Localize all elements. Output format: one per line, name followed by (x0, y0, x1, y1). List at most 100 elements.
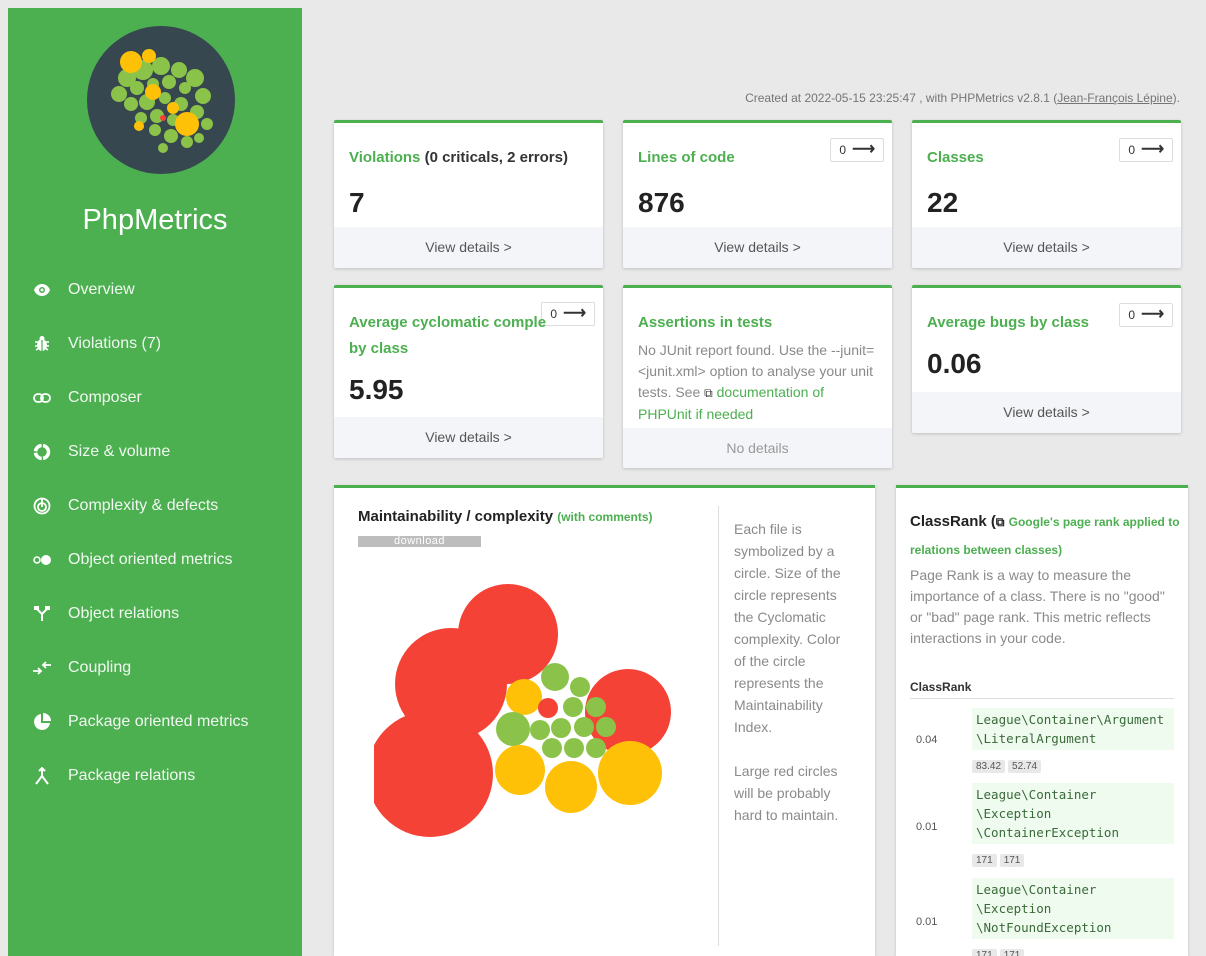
maintainability-panel: Maintainability / complexity (with comme… (334, 485, 875, 956)
sidebar-item-label: Object relations (68, 605, 180, 622)
maintainability-bubble-chart[interactable] (374, 583, 674, 853)
card-title-line2: by class (349, 340, 409, 357)
trend-button[interactable]: 0 ⟶ (830, 138, 884, 162)
arrows-icon (32, 658, 52, 678)
sidebar-item-label: Overview (68, 281, 135, 298)
tags: 83.42 52.74 (972, 756, 1044, 774)
bubble (496, 712, 530, 746)
class-name-line: \ContainerException (976, 825, 1119, 840)
sidebar-item-complexity-defects[interactable]: Complexity & defects (8, 479, 302, 533)
trend-value: 0 (1128, 308, 1136, 322)
trend-button[interactable]: 0 ⟶ (1119, 138, 1173, 162)
maintainability-description: Each file is symbolized by a circle. Siz… (734, 518, 846, 826)
bubble (586, 738, 606, 758)
sidebar-item-object-oriented[interactable]: Object oriented metrics (8, 533, 302, 587)
metric-tag: 171 (999, 949, 1025, 956)
metric-tag: 171 (972, 949, 997, 956)
card-bugs: 0 ⟶ Average bugs by class 0.06 View detai… (912, 285, 1181, 433)
card-value: 22 (927, 187, 959, 218)
card-title: Classes (927, 149, 984, 166)
class-name-line: League\Container\Argument (976, 712, 1165, 727)
trend-value: 0 (550, 307, 558, 321)
card-value: 876 (638, 187, 685, 218)
arrow-right-icon: ⟶ (852, 141, 875, 158)
card-title: Average bugs by class (927, 314, 1090, 331)
card-assertions: Assertions in tests No JUnit report foun… (623, 285, 892, 468)
bubble (530, 720, 550, 740)
view-details-link[interactable]: View details > (912, 392, 1181, 433)
class-name-line: \LiteralArgument (976, 731, 1097, 746)
bubble (506, 679, 542, 715)
tags: 171 171 (972, 945, 1027, 956)
rank-value: 0.04 (916, 734, 938, 746)
card-classes: 0 ⟶ Classes 22 View details > (912, 120, 1181, 268)
description-paragraph: Large red circles will be probably hard … (734, 763, 839, 823)
bubble (541, 663, 569, 691)
sidebar-nav: Overview Violations (7) Composer Size & … (8, 263, 302, 803)
trend-button[interactable]: 0 ⟶ (541, 302, 595, 326)
bubble (596, 717, 616, 737)
sidebar-item-label: Size & volume (68, 443, 171, 460)
download-button[interactable]: download (358, 536, 481, 547)
with-comments-toggle[interactable]: (with comments) (557, 510, 652, 524)
created-info: Created at 2022-05-15 23:25:47 , with PH… (745, 91, 1180, 105)
view-details-link[interactable]: View details > (912, 227, 1181, 268)
arrow-right-icon: ⟶ (1141, 306, 1164, 323)
class-name[interactable]: League\Container\Argument \LiteralArgume… (972, 708, 1174, 750)
bubble (598, 741, 662, 805)
link-icon (32, 388, 52, 408)
bubble (570, 677, 590, 697)
sidebar-item-label: Package oriented metrics (68, 713, 249, 730)
bubble (564, 738, 584, 758)
pie-segments-icon (32, 442, 52, 462)
bubble (542, 738, 562, 758)
trend-button[interactable]: 0 ⟶ (1119, 303, 1173, 327)
merge-icon (32, 766, 52, 786)
card-title-extra: (0 criticals, 2 errors) (420, 149, 568, 166)
view-details-link[interactable]: View details > (334, 417, 603, 458)
trend-value: 0 (839, 143, 847, 157)
created-text: Created at 2022-05-15 23:25:47 , with PH… (745, 91, 1058, 105)
sidebar-item-composer[interactable]: Composer (8, 371, 302, 425)
created-suffix: ). (1172, 91, 1180, 105)
classrank-description: Page Rank is a way to measure the import… (910, 567, 1165, 646)
metric-tag: 83.42 (972, 760, 1006, 773)
class-name[interactable]: League\Container \Exception \NotFoundExc… (972, 878, 1174, 939)
card-title: Assertions in tests (638, 314, 773, 331)
arrow-right-icon: ⟶ (563, 305, 586, 322)
view-details-link[interactable]: View details > (334, 227, 603, 268)
card-title: Average cyclomatic comple by class (349, 310, 549, 362)
table-row: 0.01 League\Container \Exception \NotFou… (910, 878, 1174, 956)
card-title: Lines of code (638, 149, 735, 166)
bubble (538, 698, 558, 718)
panel-title-text: Maintainability / complexity (358, 508, 554, 525)
sidebar-item-overview[interactable]: Overview (8, 263, 302, 317)
phpmetrics-logo[interactable] (87, 26, 235, 174)
view-details-link[interactable]: View details > (623, 227, 892, 268)
bubble (495, 745, 545, 795)
sidebar-item-label: Object oriented metrics (68, 551, 233, 568)
sidebar-item-violations[interactable]: Violations (7) (8, 317, 302, 371)
card-cyclomatic: 0 ⟶ Average cyclomatic comple by class 5.… (334, 285, 603, 458)
sidebar-item-size-volume[interactable]: Size & volume (8, 425, 302, 479)
sidebar: PhpMetrics Overview Violations (7) Compo… (8, 8, 302, 956)
author-link[interactable]: Jean-François Lépine (1057, 91, 1172, 105)
arrow-right-icon: ⟶ (1141, 141, 1164, 158)
class-name-line: \NotFoundException (976, 920, 1112, 935)
classrank-panel: ClassRank (⧉ Google's page rank applied … (896, 485, 1188, 956)
sidebar-item-object-relations[interactable]: Object relations (8, 587, 302, 641)
sidebar-item-label: Complexity & defects (68, 497, 219, 514)
sidebar-item-package-relations[interactable]: Package relations (8, 749, 302, 803)
card-title: Violations (0 criticals, 2 errors) (349, 145, 568, 171)
bug-icon (32, 334, 52, 354)
class-name[interactable]: League\Container \Exception \ContainerEx… (972, 783, 1174, 844)
metric-tag: 171 (972, 854, 997, 867)
metric-tag: 171 (999, 854, 1025, 867)
description-paragraph: Each file is symbolized by a circle. Siz… (734, 521, 841, 735)
card-value: 5.95 (349, 374, 404, 405)
sidebar-item-label: Package relations (68, 767, 196, 784)
external-link-icon: ⧉ (995, 515, 1005, 529)
sidebar-item-package-oriented[interactable]: Package oriented metrics (8, 695, 302, 749)
sidebar-item-coupling[interactable]: Coupling (8, 641, 302, 695)
class-name-line: \Exception (976, 806, 1052, 821)
